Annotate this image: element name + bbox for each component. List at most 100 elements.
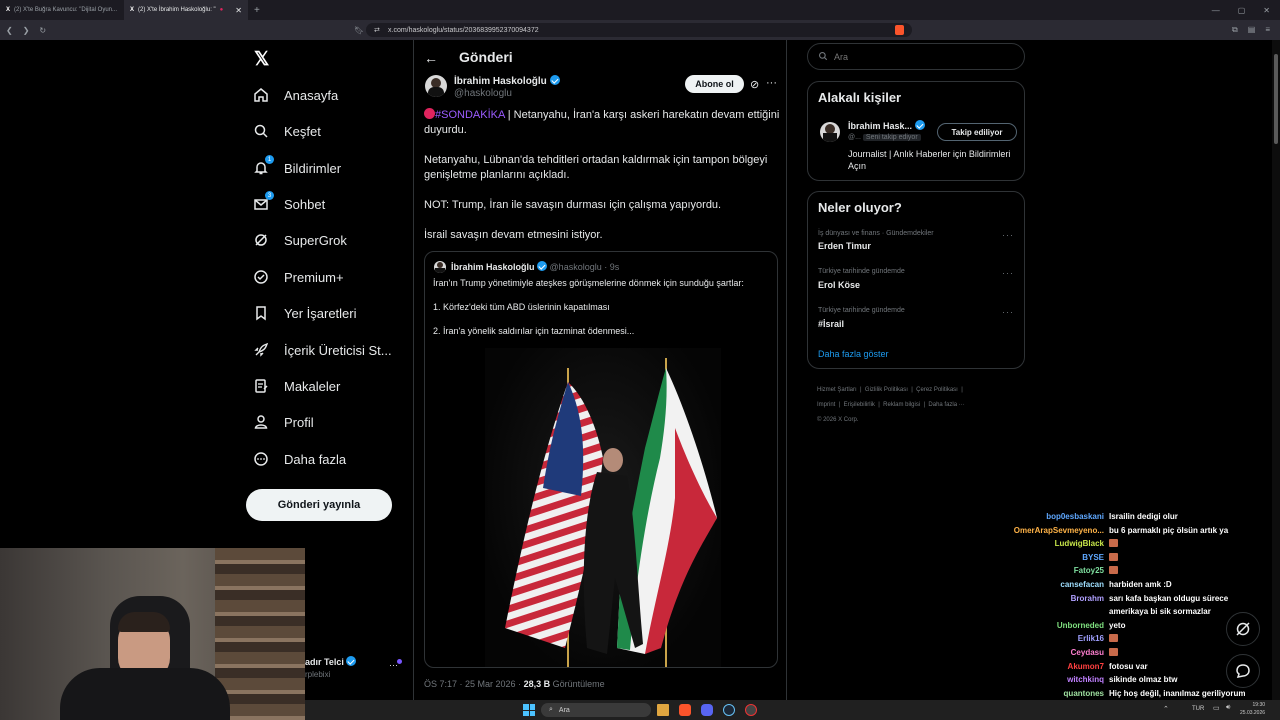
nav-label: SuperGrok bbox=[284, 232, 347, 248]
trend-more-icon[interactable]: ··· bbox=[1002, 307, 1014, 317]
shoulders bbox=[60, 668, 230, 720]
discord-icon[interactable] bbox=[701, 704, 713, 716]
post-text-para3: NOT: Trump, İran ile savaşın durması içi… bbox=[424, 199, 722, 211]
browser-tab-1[interactable]: X (2) X'te Buğra Kavuncu: "Dijital Oyun.… bbox=[0, 0, 124, 20]
messages-float-button[interactable] bbox=[1226, 654, 1260, 688]
chat-username: Ceydasu bbox=[1070, 648, 1104, 657]
chat-message bbox=[1109, 539, 1118, 552]
nav-home[interactable]: Anasayfa bbox=[252, 84, 338, 106]
following-button[interactable]: Takip ediliyor bbox=[937, 123, 1017, 141]
steam-icon[interactable] bbox=[723, 704, 735, 716]
nav-notifications[interactable]: 1 Bildirimler bbox=[252, 155, 342, 179]
footer-link-terms[interactable]: Hizmet Şartları bbox=[817, 387, 857, 393]
nav-more[interactable]: Daha fazla bbox=[252, 448, 346, 470]
trend-name: Erden Timur bbox=[818, 241, 871, 251]
keyboard-language[interactable]: TUR bbox=[1192, 706, 1204, 712]
url-field[interactable]: ⇄ x.com/haskologlu/status/20368399523700… bbox=[366, 23, 912, 37]
brave-shield-icon[interactable] bbox=[895, 25, 904, 35]
reload-icon[interactable]: ↻ bbox=[39, 26, 46, 35]
post-timestamp[interactable]: ÖS 7:17 · 25 Mar 2026 · bbox=[424, 679, 524, 689]
close-window-icon[interactable]: ✕ bbox=[1263, 6, 1270, 15]
volume-icon[interactable]: 🔊︎ bbox=[1226, 704, 1230, 712]
nav-label: Bildirimler bbox=[284, 160, 342, 176]
nav-creator-studio[interactable]: İçerik Üreticisi St... bbox=[252, 339, 392, 361]
network-icon[interactable]: ▭ bbox=[1213, 704, 1220, 712]
more-options-icon[interactable]: ··· bbox=[766, 77, 777, 89]
nav-explore[interactable]: Keşfet bbox=[252, 120, 321, 142]
footer-link-cookies[interactable]: Çerez Politikası bbox=[916, 387, 958, 393]
minimize-icon[interactable]: — bbox=[1212, 6, 1220, 15]
chat-emote-icon bbox=[1109, 634, 1118, 643]
post-meta: ÖS 7:17 · 25 Mar 2026 · 28,3 B Görüntüle… bbox=[424, 679, 605, 689]
account-switcher[interactable]: adır Telci rplebixi ··· bbox=[305, 654, 410, 684]
menu-icon[interactable]: ≡ bbox=[1265, 25, 1270, 35]
footer-link-ads[interactable]: Reklam bilgisi bbox=[883, 402, 920, 408]
bookmark-icon[interactable]: 🔖︎ bbox=[354, 26, 364, 35]
tray-chevron-icon[interactable]: ⌃ bbox=[1163, 705, 1169, 713]
extensions-icon[interactable]: ⧉ bbox=[1232, 25, 1238, 35]
author-handle[interactable]: @haskologlu bbox=[454, 88, 512, 99]
chat-username: Unborneded bbox=[1056, 620, 1104, 630]
search-bar[interactable] bbox=[807, 43, 1025, 70]
trend-item[interactable]: Türkiye tarihinde gündemde #İsrail ··· bbox=[808, 304, 1024, 340]
url-text: x.com/haskologlu/status/2036839952370094… bbox=[388, 26, 539, 34]
nav-label: Keşfet bbox=[284, 123, 321, 139]
obs-icon[interactable] bbox=[745, 704, 757, 716]
trends-panel: Neler oluyor? İş dünyası ve finans · Gün… bbox=[807, 191, 1025, 369]
quote-image-flags[interactable] bbox=[485, 348, 721, 667]
back-icon[interactable]: ❮ bbox=[6, 26, 13, 35]
nav-supergrok[interactable]: SuperGrok bbox=[252, 229, 347, 251]
windows-taskbar: ⌕ Ara ⌃ TUR ▭ 🔊︎ 19:30 25.03.2026 bbox=[305, 700, 1280, 720]
author-name[interactable]: İbrahim Haskoloğlu bbox=[454, 75, 560, 87]
footer-link-accessibility[interactable]: Erişilebilirlik bbox=[844, 402, 875, 408]
windows-start-icon[interactable] bbox=[523, 704, 535, 716]
back-arrow-icon[interactable]: ← bbox=[424, 50, 438, 66]
related-avatar[interactable] bbox=[820, 122, 840, 142]
bookmark-icon bbox=[252, 304, 270, 322]
trend-more-icon[interactable]: ··· bbox=[1002, 268, 1014, 278]
trend-item[interactable]: Türkiye tarihinde gündemde Erol Köse ··· bbox=[808, 265, 1024, 301]
nav-premium[interactable]: Premium+ bbox=[252, 266, 344, 288]
grok-icon[interactable]: ⊘ bbox=[750, 78, 759, 91]
trend-meta: Türkiye tarihinde gündemde bbox=[818, 307, 905, 314]
notification-badge: 1 bbox=[265, 155, 274, 164]
search-input[interactable] bbox=[834, 51, 1014, 62]
nav-profile[interactable]: Profil bbox=[252, 411, 314, 433]
footer-link-privacy[interactable]: Gizlilik Politikası bbox=[865, 387, 908, 393]
new-tab-icon[interactable]: + bbox=[248, 5, 266, 16]
quote-line2: 1. Körfez'deki tüm ABD üslerinin kapatıl… bbox=[433, 302, 610, 312]
x-logo-icon: X bbox=[6, 7, 11, 13]
trend-item[interactable]: İş dünyası ve finans · Gündemdekiler Erd… bbox=[808, 226, 1024, 262]
x-logo[interactable]: 𝕏 bbox=[254, 48, 269, 71]
related-title: Alakalı kişiler bbox=[818, 90, 902, 105]
footer-link-imprint[interactable]: Imprint bbox=[817, 402, 835, 408]
trend-meta: İş dünyası ve finans · Gündemdekiler bbox=[818, 230, 934, 237]
post-text-para4: İsrail savaşın devam etmesini istiyor. bbox=[424, 229, 603, 241]
nav-chat[interactable]: 3 Sohbet bbox=[252, 191, 325, 215]
nav-bookmarks[interactable]: Yer İşaretleri bbox=[252, 302, 357, 324]
footer-link-more[interactable]: Daha fazla ··· bbox=[928, 402, 964, 408]
chat-message: Israilin dedigi olur bbox=[1109, 512, 1178, 521]
browser-tab-2[interactable]: X (2) X'te İbrahim Haskoloğlu: " ● ✕ bbox=[124, 0, 248, 20]
brave-browser-icon[interactable] bbox=[679, 704, 691, 716]
author-avatar[interactable] bbox=[425, 75, 447, 97]
sidebar-icon[interactable]: ▤ bbox=[1248, 25, 1256, 35]
grok-float-button[interactable] bbox=[1226, 612, 1260, 646]
nav-articles[interactable]: Makaleler bbox=[252, 375, 340, 397]
quoted-post[interactable]: İbrahim Haskoloğlu @haskologlu · 9s İran… bbox=[424, 251, 778, 668]
post-button[interactable]: Gönderi yayınla bbox=[246, 489, 392, 521]
taskbar-clock[interactable]: 19:30 25.03.2026 bbox=[1240, 701, 1265, 717]
scrollbar-thumb[interactable] bbox=[1274, 54, 1278, 144]
show-more-link[interactable]: Daha fazla göster bbox=[818, 349, 889, 359]
page-scrollbar[interactable] bbox=[1272, 40, 1280, 700]
trend-more-icon[interactable]: ··· bbox=[1002, 230, 1014, 240]
hashtag-link[interactable]: #SONDAKİKA bbox=[435, 109, 505, 121]
maximize-icon[interactable]: ▢ bbox=[1238, 6, 1246, 15]
taskbar-search[interactable]: ⌕ Ara bbox=[541, 703, 651, 717]
forward-icon[interactable]: ❯ bbox=[23, 26, 30, 35]
chat-username: OmerArapSevmeyeno... bbox=[1013, 525, 1104, 535]
related-name[interactable]: İbrahim Hask... bbox=[848, 120, 925, 131]
subscribe-button[interactable]: Abone ol bbox=[685, 75, 744, 93]
close-tab-icon[interactable]: ✕ bbox=[235, 6, 242, 15]
file-explorer-icon[interactable] bbox=[657, 704, 669, 716]
